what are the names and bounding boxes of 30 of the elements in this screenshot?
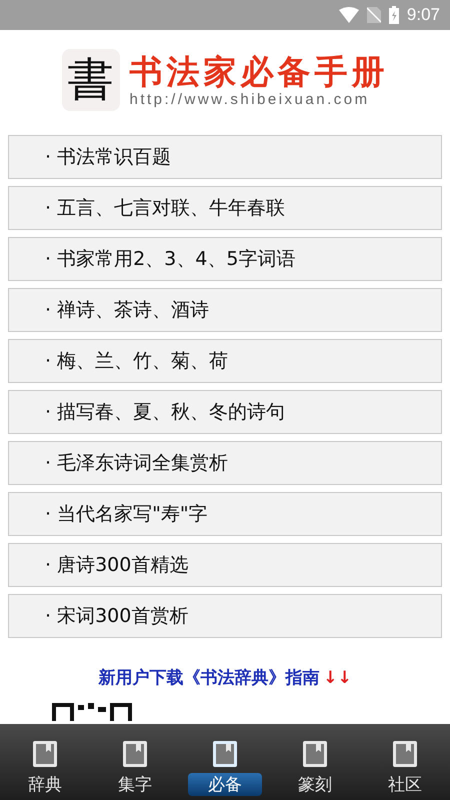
menu-item[interactable]: · 宋词300首赏析 — [8, 594, 442, 638]
book-icon — [33, 741, 57, 767]
qr-code-icon — [52, 701, 132, 721]
menu-item[interactable]: · 描写春、夏、秋、冬的诗句 — [8, 390, 442, 434]
menu-item[interactable]: · 当代名家写"寿"字 — [8, 492, 442, 536]
tab[interactable]: 辞典 — [0, 724, 90, 800]
menu-item[interactable]: · 书家常用2、3、4、5字词语 — [8, 237, 442, 281]
app-logo: 書 — [62, 49, 120, 111]
tab[interactable]: 社区 — [360, 724, 450, 800]
site-url: http://www.shibeixuan.com — [130, 90, 371, 108]
book-icon — [213, 741, 237, 767]
book-icon — [303, 741, 327, 767]
tab[interactable]: 必备 — [180, 724, 270, 800]
down-arrows: ↓↓ — [323, 668, 352, 688]
tab[interactable]: 集字 — [90, 724, 180, 800]
menu-item[interactable]: · 毛泽东诗词全集赏析 — [8, 441, 442, 485]
battery-icon — [388, 6, 399, 24]
tab[interactable]: 篆刻 — [270, 724, 360, 800]
menu-item[interactable]: · 梅、兰、竹、菊、荷 — [8, 339, 442, 383]
menu-item[interactable]: · 五言、七言对联、牛年春联 — [8, 186, 442, 230]
book-icon — [393, 741, 417, 767]
book-icon — [123, 741, 147, 767]
app-title: 书法家必备手册 — [130, 52, 388, 90]
status-time: 9:07 — [406, 5, 440, 25]
menu-item[interactable]: · 书法常识百题 — [8, 135, 442, 179]
menu-item[interactable]: · 禅诗、茶诗、酒诗 — [8, 288, 442, 332]
menu-item[interactable]: · 唐诗300首精选 — [8, 543, 442, 587]
guide-link[interactable]: 新用户下载《书法辞典》指南 — [98, 666, 320, 689]
wifi-icon — [338, 7, 359, 23]
no-sim-icon — [366, 7, 381, 23]
